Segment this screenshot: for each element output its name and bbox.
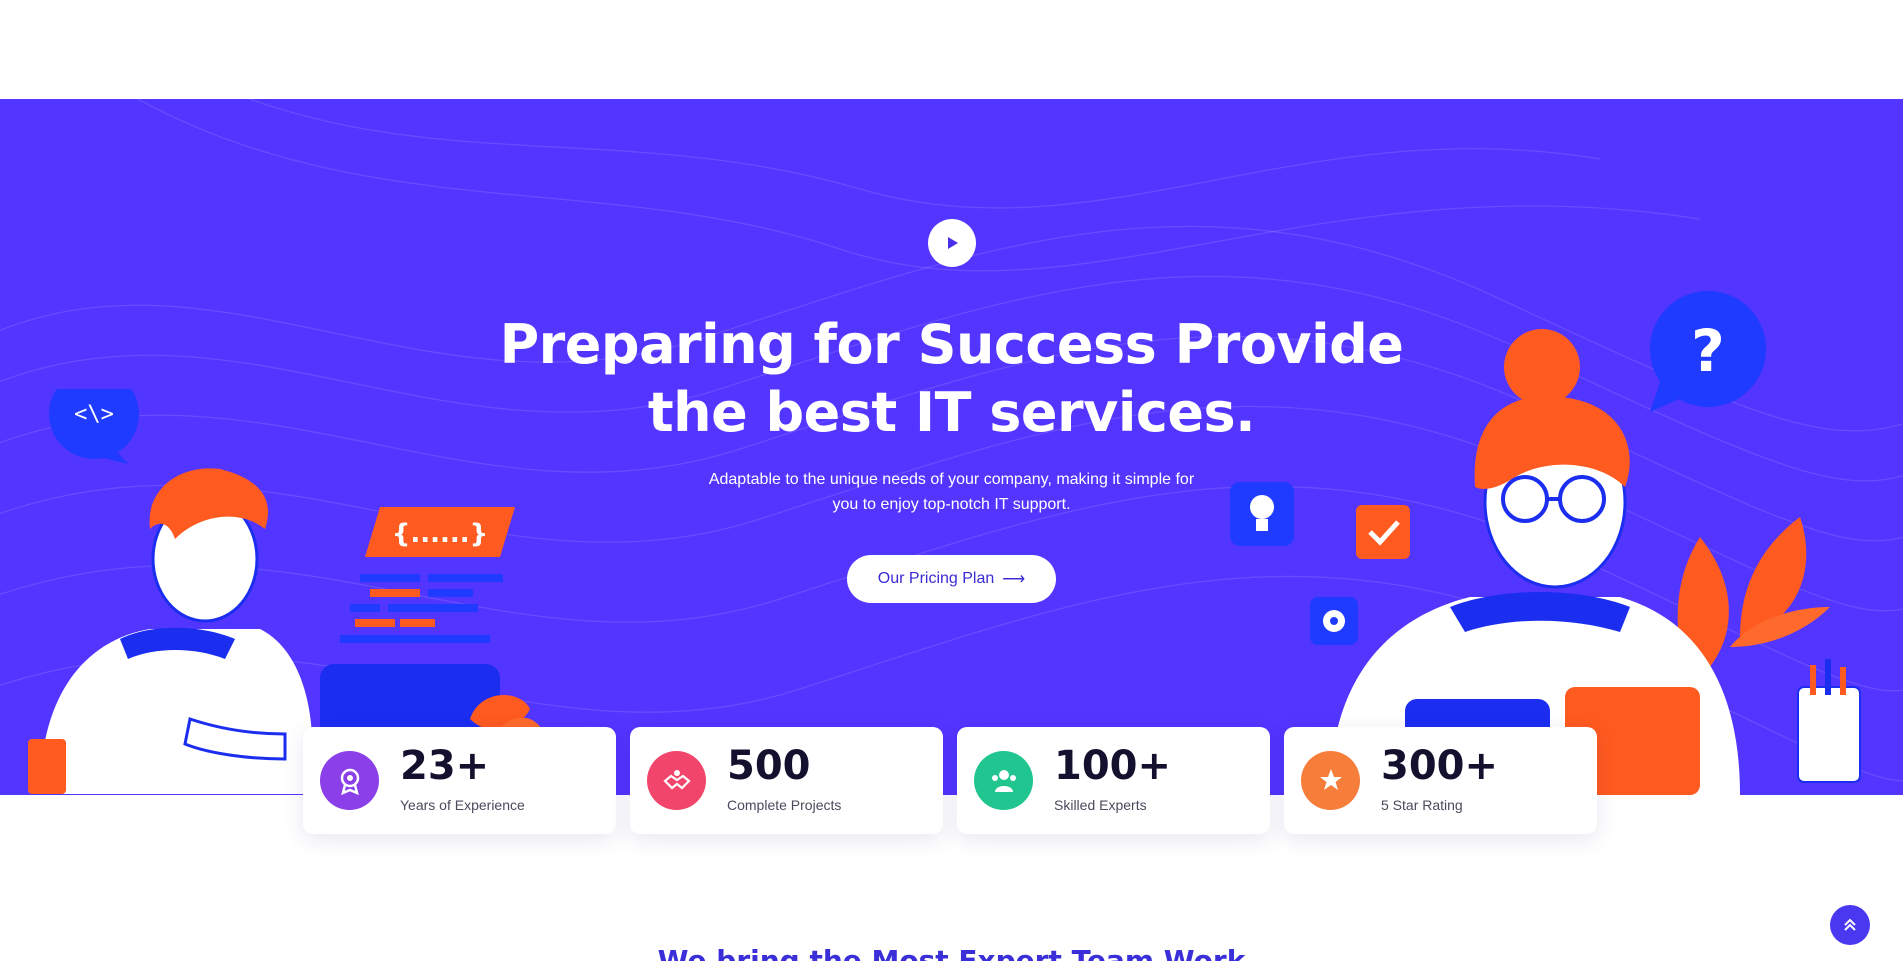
check-icon — [1356, 505, 1410, 559]
section-title-partial: We bring the Most Expert Team Work — [657, 944, 1246, 961]
stat-value: 300+ — [1381, 743, 1499, 789]
stat-value: 100+ — [1054, 743, 1172, 789]
star-badge-icon — [1301, 751, 1360, 810]
award-icon — [320, 751, 379, 810]
team-icon — [974, 751, 1033, 810]
arrow-right-icon: ⟶ — [1002, 571, 1026, 588]
hero-section: <\> {......} ? Preparing for Success Pro… — [0, 99, 1903, 795]
stat-value: 500 — [727, 743, 811, 789]
hero-title-line2: the best IT services. — [647, 381, 1256, 444]
lightbulb-icon — [1230, 482, 1294, 546]
play-video-button[interactable] — [928, 219, 976, 267]
hero-title-line1: Preparing for Success Provide — [499, 313, 1404, 376]
stat-label: Complete Projects — [727, 797, 842, 813]
top-navbar-area — [0, 0, 1903, 99]
handshake-icon — [647, 751, 706, 810]
stats-row: 23+ Years of Experience 500 Complete Pro… — [303, 727, 1597, 834]
hero-title: Preparing for Success Provide the best I… — [450, 311, 1453, 447]
stat-card-projects: 500 Complete Projects — [630, 727, 943, 834]
play-icon — [948, 237, 958, 249]
stat-label: 5 Star Rating — [1381, 797, 1463, 813]
question-mark-text: ? — [1691, 317, 1725, 385]
stat-card-rating: 300+ 5 Star Rating — [1284, 727, 1597, 834]
stat-label: Skilled Experts — [1054, 797, 1147, 813]
hero-subtitle-line1: Adaptable to the unique needs of your co… — [708, 471, 1195, 488]
double-chevron-up-icon — [1844, 918, 1856, 931]
pricing-plan-button[interactable]: Our Pricing Plan ⟶ — [847, 555, 1056, 603]
stat-value: 23+ — [400, 743, 490, 789]
code-tag-text: <\> — [74, 402, 114, 427]
stat-card-experts: 100+ Skilled Experts — [957, 727, 1270, 834]
code-braces-text: {......} — [392, 519, 488, 549]
scroll-to-top-button[interactable] — [1830, 905, 1870, 945]
hero-subtitle-line2: you to enjoy top-notch IT support. — [832, 496, 1071, 513]
stat-card-experience: 23+ Years of Experience — [303, 727, 616, 834]
gear-icon — [1310, 597, 1358, 645]
hero-subtitle: Adaptable to the unique needs of your co… — [700, 467, 1203, 517]
stat-label: Years of Experience — [400, 797, 525, 813]
pricing-plan-label: Our Pricing Plan — [877, 570, 995, 587]
